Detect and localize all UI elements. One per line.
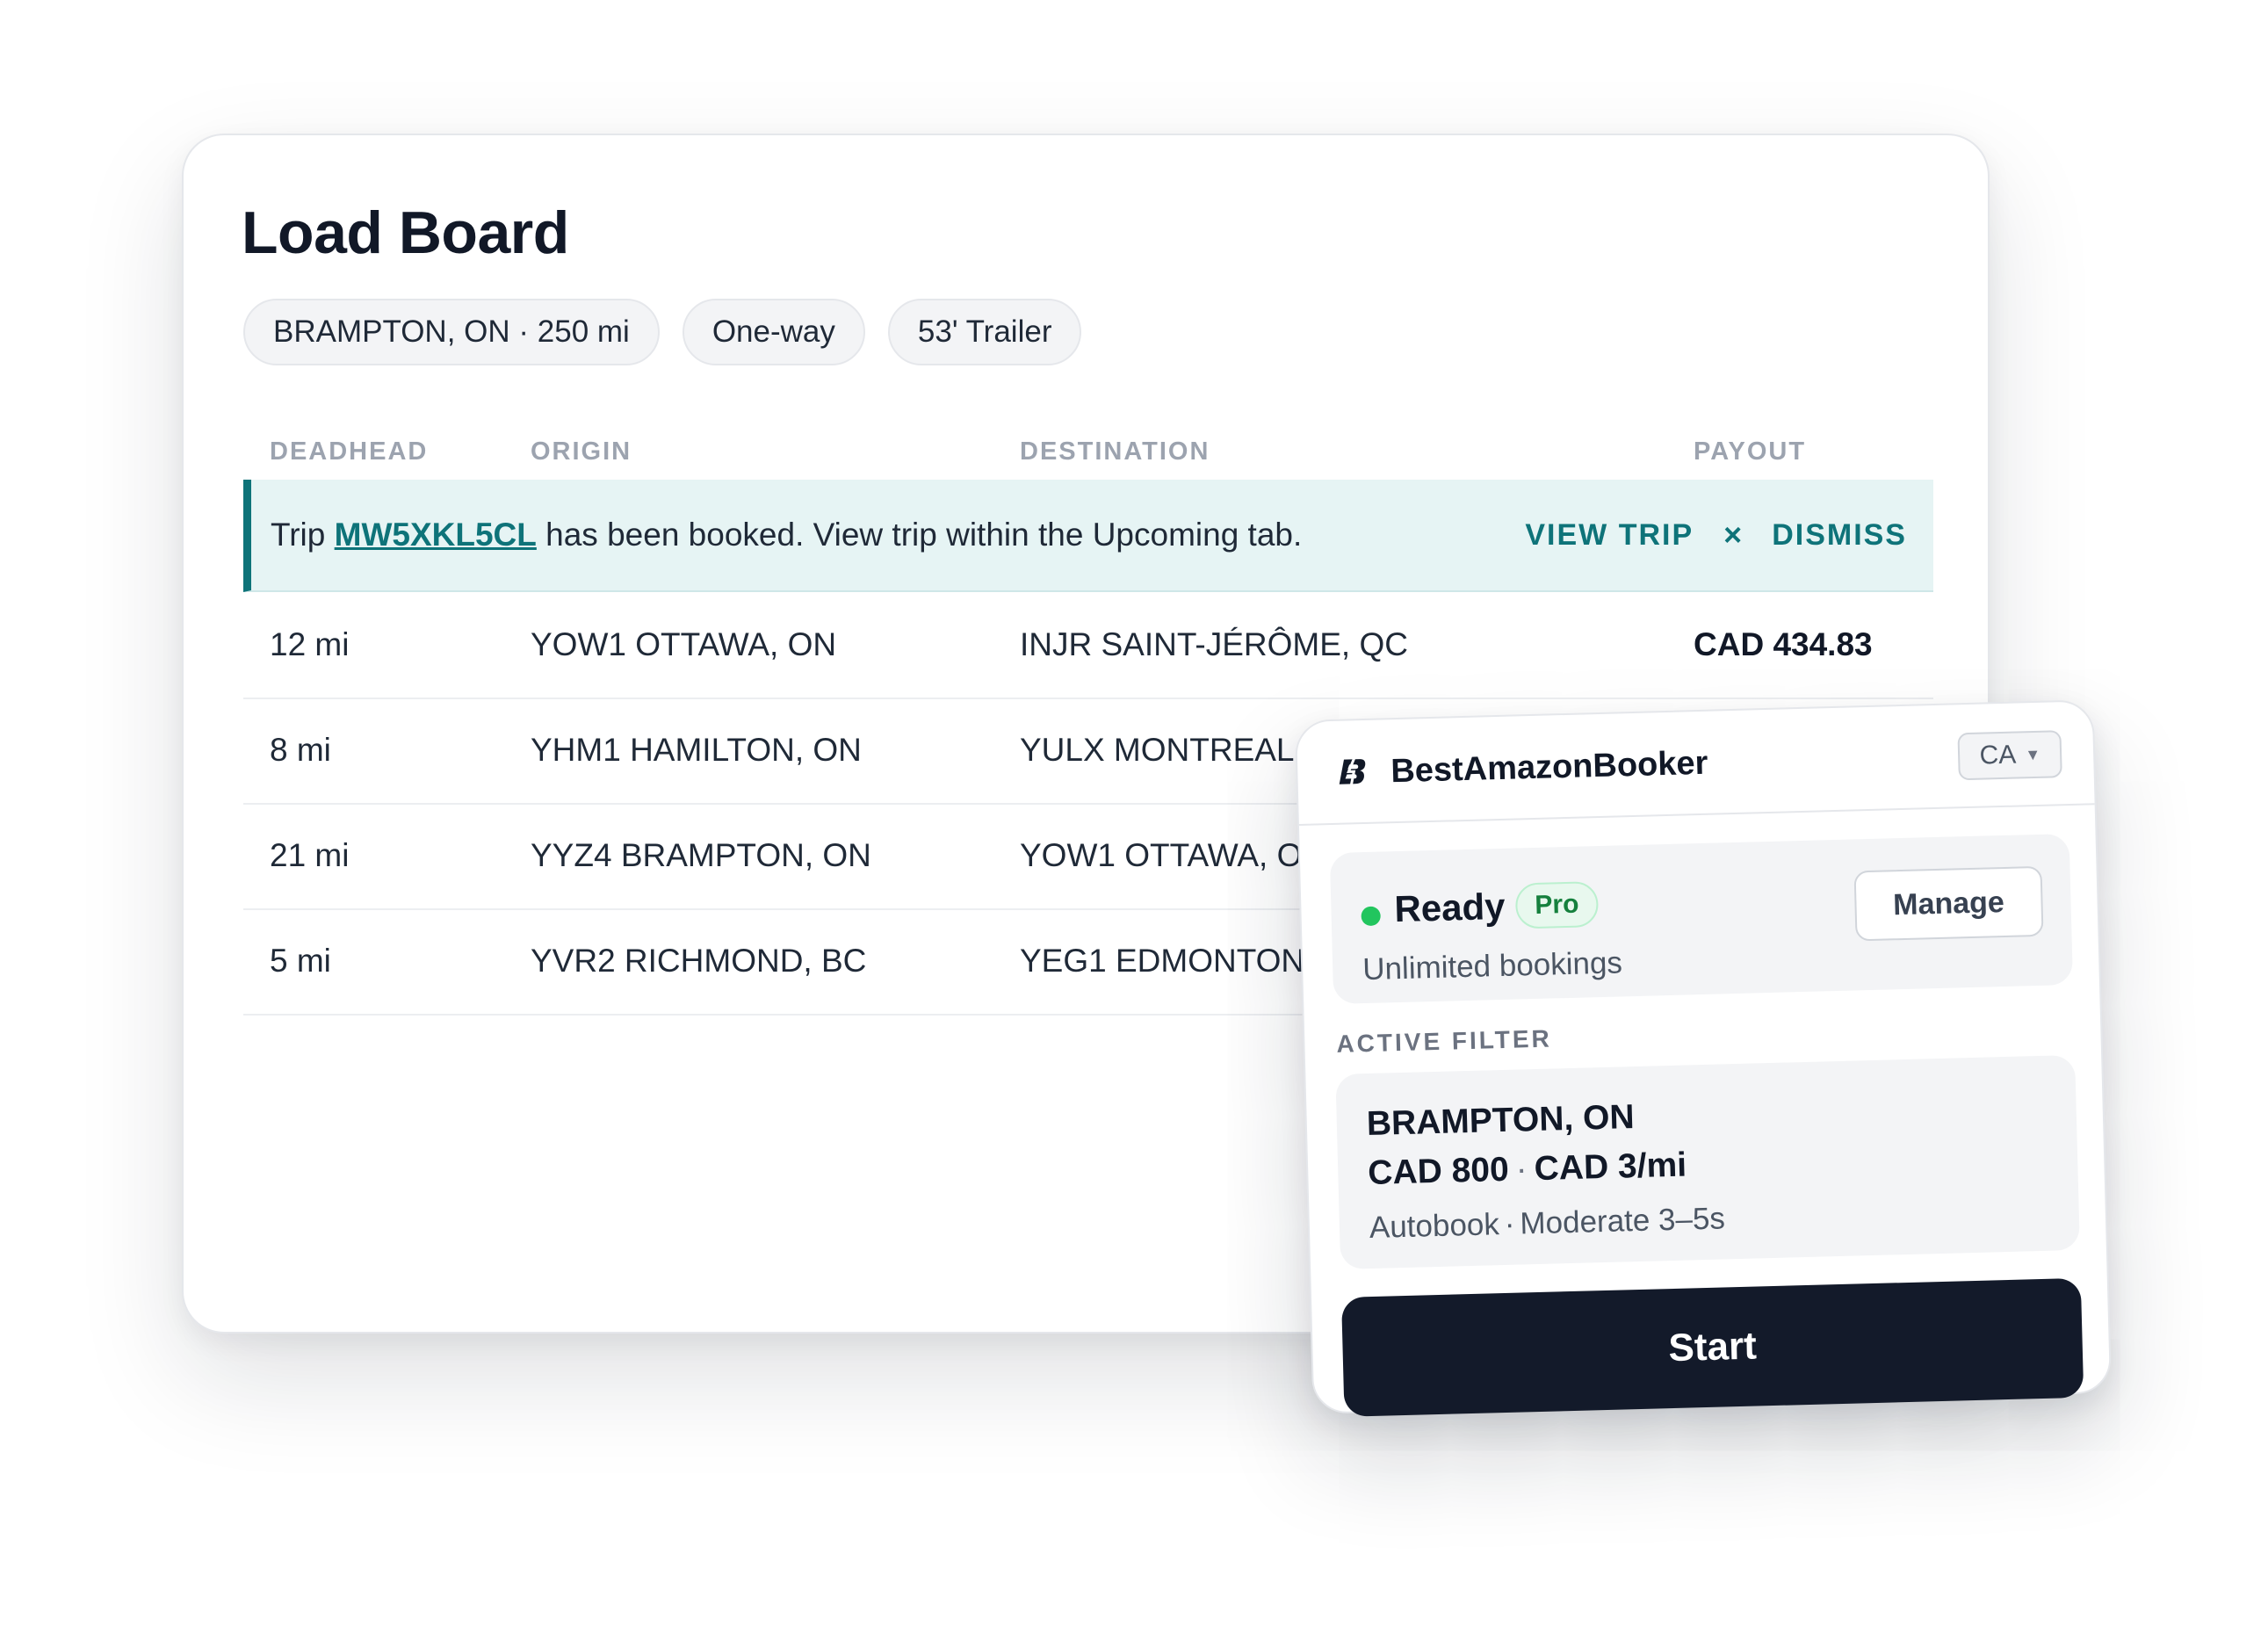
filter-rate: CAD 3/mi xyxy=(1534,1146,1687,1189)
close-icon[interactable]: × xyxy=(1723,517,1742,553)
chip-location[interactable]: BRAMPTON, ON · 250 mi xyxy=(243,299,660,365)
column-header-deadhead[interactable]: DEADHEAD xyxy=(270,425,428,478)
manage-button[interactable]: Manage xyxy=(1853,865,2044,942)
banner-suffix: has been booked. View trip within the Up… xyxy=(536,517,1303,553)
region-value: CA xyxy=(1979,740,2017,770)
banner-prefix: Trip xyxy=(271,517,335,553)
column-header-payout[interactable]: PAYOUT xyxy=(1694,425,1806,478)
cell-deadhead: 8 mi xyxy=(270,732,331,768)
status-label: Ready xyxy=(1393,885,1506,930)
filter-mode: Autobook · Moderate 3–5s xyxy=(1369,1201,1725,1246)
column-header-origin[interactable]: ORIGIN xyxy=(531,425,632,478)
cell-destination: INJR SAINT-JÉRÔME, QC xyxy=(1020,626,1408,662)
cell-deadhead: 12 mi xyxy=(270,626,350,662)
caret-down-icon: ▼ xyxy=(2025,745,2041,763)
popup-header: BestAmazonBooker CA ▼ xyxy=(1296,701,2095,826)
banner-message: Trip MW5XKL5CL has been booked. View tri… xyxy=(271,480,1302,590)
status-card: Ready Pro Unlimited bookings Manage xyxy=(1329,834,2073,1004)
cell-destination: YULX MONTREAL xyxy=(1020,732,1295,768)
view-trip-button[interactable]: VIEW TRIP xyxy=(1525,518,1694,553)
brand-name: BestAmazonBooker xyxy=(1390,744,1708,791)
cell-origin: YOW1 OTTAWA, ON xyxy=(531,626,837,662)
chip-equipment[interactable]: 53' Trailer xyxy=(887,299,1082,365)
extension-popup: BestAmazonBooker CA ▼ Ready Pro Unlimite… xyxy=(1294,699,2113,1417)
cell-destination: YEG1 EDMONTON xyxy=(1020,943,1305,979)
separator: · xyxy=(1504,1206,1515,1241)
cell-payout: CAD 434.83 xyxy=(1694,626,1873,662)
cell-destination: YOW1 OTTAWA, O xyxy=(1020,837,1303,873)
chip-trip-type[interactable]: One-way xyxy=(682,299,865,365)
table-header: DEADHEAD ORIGIN DESTINATION PAYOUT xyxy=(243,425,1933,478)
trip-id-link[interactable]: MW5XKL5CL xyxy=(335,517,537,553)
banner-actions: VIEW TRIP × DISMISS xyxy=(1525,480,1907,590)
filter-min-payout: CAD 800 xyxy=(1367,1150,1510,1193)
booking-success-banner: Trip MW5XKL5CL has been booked. View tri… xyxy=(243,480,1933,592)
active-filter-card[interactable]: BRAMPTON, ON CAD 800 · CAD 3/mi Autobook · M… xyxy=(1335,1054,2080,1269)
plan-subtitle: Unlimited bookings xyxy=(1362,945,1623,987)
filter-location: BRAMPTON, ON xyxy=(1366,1098,1636,1144)
filter-booking-mode: Autobook xyxy=(1369,1207,1500,1246)
region-select[interactable]: CA ▼ xyxy=(1957,730,2062,781)
separator: · xyxy=(1515,1150,1528,1189)
page-title: Load Board xyxy=(242,199,569,266)
filter-chips: BRAMPTON, ON · 250 mi One-way 53' Traile… xyxy=(243,299,1082,365)
filter-speed: Moderate 3–5s xyxy=(1519,1201,1726,1241)
active-filter-label: ACTIVE FILTER xyxy=(1336,1024,1553,1058)
column-header-destination[interactable]: DESTINATION xyxy=(1020,425,1210,478)
start-button[interactable]: Start xyxy=(1341,1277,2084,1417)
filter-price: CAD 800 · CAD 3/mi xyxy=(1368,1146,1687,1193)
plan-badge: Pro xyxy=(1514,881,1600,929)
table-row[interactable]: 12 mi YOW1 OTTAWA, ON INJR SAINT-JÉRÔME,… xyxy=(243,594,1933,699)
cell-deadhead: 21 mi xyxy=(270,837,350,873)
cell-origin: YVR2 RICHMOND, BC xyxy=(531,943,867,979)
lightning-b-icon xyxy=(1339,755,1366,788)
dismiss-button[interactable]: DISMISS xyxy=(1772,518,1907,553)
cell-deadhead: 5 mi xyxy=(270,943,331,979)
status-dot-icon xyxy=(1361,906,1381,927)
cell-origin: YHM1 HAMILTON, ON xyxy=(531,732,862,768)
cell-origin: YYZ4 BRAMPTON, ON xyxy=(531,837,871,873)
